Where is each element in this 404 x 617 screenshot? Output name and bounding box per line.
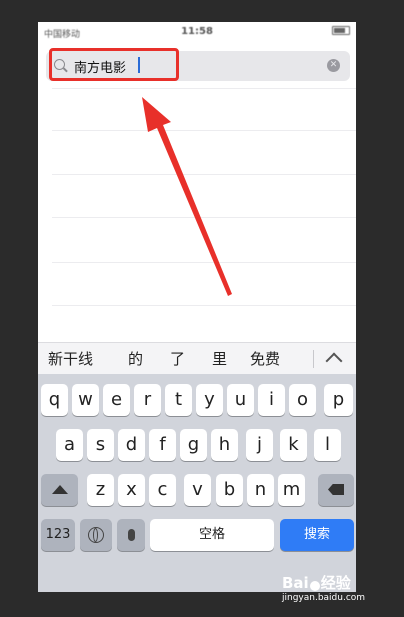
watermark-suffix: 经验 [320, 574, 351, 592]
key-x[interactable]: x [118, 474, 145, 506]
key-y[interactable]: y [196, 384, 223, 416]
key-n[interactable]: n [247, 474, 274, 506]
phone-screen: 中国移动 11:58 ✕ 新干线 的 了 里 免费 q w e r t y [38, 22, 356, 592]
key-t[interactable]: t [165, 384, 192, 416]
key-s[interactable]: s [87, 429, 114, 461]
watermark-brand: Bai [282, 574, 309, 592]
key-u[interactable]: u [227, 384, 254, 416]
key-l[interactable]: l [314, 429, 341, 461]
key-z[interactable]: z [87, 474, 114, 506]
candidate-bar: 新干线 的 了 里 免费 [38, 342, 356, 375]
globe-icon [88, 526, 104, 543]
paw-icon [309, 580, 320, 591]
key-i[interactable]: i [258, 384, 285, 416]
key-o[interactable]: o [289, 384, 316, 416]
key-c[interactable]: c [149, 474, 176, 506]
dictation-key[interactable] [117, 519, 145, 551]
key-v[interactable]: v [184, 474, 211, 506]
candidate-divider [313, 350, 314, 368]
delete-key[interactable] [318, 474, 354, 506]
candidate-item[interactable]: 了 [170, 348, 185, 369]
key-q[interactable]: q [41, 384, 68, 416]
key-d[interactable]: d [118, 429, 145, 461]
key-w[interactable]: w [72, 384, 99, 416]
key-m[interactable]: m [278, 474, 305, 506]
candidate-item[interactable]: 免费 [250, 348, 280, 369]
key-j[interactable]: j [246, 429, 273, 461]
shift-key[interactable] [41, 474, 78, 506]
candidate-item[interactable]: 新干线 [48, 348, 93, 369]
key-k[interactable]: k [280, 429, 307, 461]
key-f[interactable]: f [149, 429, 176, 461]
watermark-url: jingyan.baidu.com [282, 593, 366, 603]
shift-icon [51, 485, 68, 494]
key-a[interactable]: a [56, 429, 83, 461]
chevron-up-icon[interactable] [325, 352, 343, 370]
baidu-watermark: Bai 经验 jingyan.baidu.com [282, 572, 402, 603]
key-g[interactable]: g [180, 429, 207, 461]
key-p[interactable]: p [324, 384, 353, 416]
key-r[interactable]: r [134, 384, 161, 416]
key-h[interactable]: h [211, 429, 238, 461]
keyboard: q w e r t y u i o p a s d f g h j k l z … [38, 374, 356, 592]
candidate-item[interactable]: 里 [212, 348, 227, 369]
key-e[interactable]: e [103, 384, 130, 416]
numbers-key[interactable]: 123 [41, 519, 75, 551]
search-return-key[interactable]: 搜索 [280, 519, 354, 551]
candidate-item[interactable]: 的 [128, 348, 143, 369]
space-key[interactable]: 空格 [150, 519, 274, 551]
annotation-arrow [142, 97, 232, 296]
key-b[interactable]: b [216, 474, 243, 506]
delete-icon [328, 484, 344, 495]
microphone-icon [127, 528, 135, 541]
globe-key[interactable] [80, 519, 112, 551]
